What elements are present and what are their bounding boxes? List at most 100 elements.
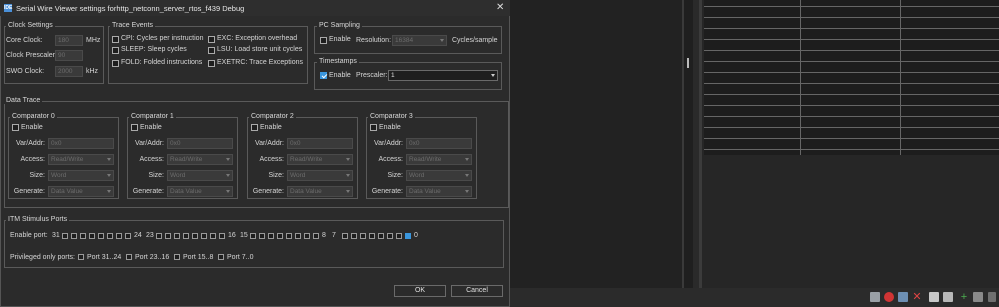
- timestamps-prescaler-dropdown[interactable]: 1: [388, 70, 498, 81]
- port-range-end: 16: [228, 232, 236, 239]
- pc-sampling-enable-checkbox[interactable]: [320, 37, 327, 44]
- port-checkbox[interactable]: [201, 233, 207, 239]
- exc-checkbox[interactable]: [208, 36, 215, 43]
- grid-row-line: [704, 149, 999, 150]
- ide-editor-area: [510, 0, 682, 288]
- generate-dropdown[interactable]: Data Value: [48, 186, 114, 197]
- port-checkbox[interactable]: [165, 233, 171, 239]
- comparator-title: Comparator 3: [368, 113, 415, 120]
- port-checkbox[interactable]: [125, 233, 131, 239]
- port-checkbox[interactable]: [369, 233, 375, 239]
- splitter-handle[interactable]: [687, 58, 689, 68]
- access-dropdown[interactable]: Read/Write: [406, 154, 472, 165]
- tools-icon[interactable]: [870, 292, 880, 302]
- port-checkbox[interactable]: [268, 233, 274, 239]
- port-checkbox[interactable]: [107, 233, 113, 239]
- port-checkbox[interactable]: [192, 233, 198, 239]
- size-dropdown[interactable]: Word: [167, 170, 233, 181]
- var-addr-field[interactable]: 0x0: [48, 138, 114, 149]
- port-checkbox[interactable]: [183, 233, 189, 239]
- port-checkbox[interactable]: [98, 233, 104, 239]
- fold-checkbox[interactable]: [112, 60, 119, 67]
- port-checkbox[interactable]: [360, 233, 366, 239]
- privileged-port-checkbox[interactable]: [78, 254, 84, 260]
- port-checkbox[interactable]: [396, 233, 402, 239]
- cpi-checkbox[interactable]: [112, 36, 119, 43]
- privileged-port-checkbox[interactable]: [126, 254, 132, 260]
- grid-row-line: [704, 127, 999, 128]
- chevron-down-icon: [491, 74, 495, 77]
- ide-splitter[interactable]: [682, 0, 684, 288]
- cancel-button[interactable]: Cancel: [451, 285, 503, 297]
- clipboard-icon[interactable]: [943, 292, 953, 302]
- port-checkbox[interactable]: [277, 233, 283, 239]
- grid-row-line: [704, 50, 999, 51]
- chevron-down-icon: [107, 174, 111, 177]
- export-icon[interactable]: [973, 292, 983, 302]
- privileged-port-checkbox[interactable]: [218, 254, 224, 260]
- core-clock-field[interactable]: 180: [55, 35, 83, 46]
- resolution-dropdown[interactable]: 16384: [392, 35, 447, 46]
- port-checkbox[interactable]: [116, 233, 122, 239]
- var-addr-field[interactable]: 0x0: [406, 138, 472, 149]
- comparator-enable-checkbox[interactable]: [251, 124, 258, 131]
- port-checkbox[interactable]: [286, 233, 292, 239]
- generate-label: Generate:: [132, 188, 164, 195]
- port-checkbox[interactable]: [250, 233, 256, 239]
- comparator-enable-checkbox[interactable]: [12, 124, 19, 131]
- clipboard-icon[interactable]: [929, 292, 939, 302]
- grid-row-line: [704, 83, 999, 84]
- port-checkbox[interactable]: [378, 233, 384, 239]
- var-addr-field[interactable]: 0x0: [287, 138, 353, 149]
- comparator-enable-checkbox[interactable]: [370, 124, 377, 131]
- clock-prescaler-field[interactable]: 90: [55, 50, 83, 61]
- port-checkbox[interactable]: [89, 233, 95, 239]
- grid-row-line: [704, 39, 999, 40]
- port-checkbox[interactable]: [80, 233, 86, 239]
- port-checkbox[interactable]: [219, 233, 225, 239]
- generate-dropdown[interactable]: Data Value: [167, 186, 233, 197]
- comparator-enable-label: Enable: [21, 124, 43, 131]
- port-checkbox[interactable]: [387, 233, 393, 239]
- port-checkbox[interactable]: [351, 233, 357, 239]
- access-value: Read/Write: [409, 156, 442, 163]
- record-icon[interactable]: [884, 292, 894, 302]
- close-icon[interactable]: ✕: [496, 2, 504, 13]
- pc-sampling-title: PC Sampling: [317, 22, 362, 29]
- access-dropdown[interactable]: Read/Write: [167, 154, 233, 165]
- size-dropdown[interactable]: Word: [48, 170, 114, 181]
- access-dropdown[interactable]: Read/Write: [48, 154, 114, 165]
- var-addr-field[interactable]: 0x0: [167, 138, 233, 149]
- port-range-end: 24: [134, 232, 142, 239]
- lsu-checkbox[interactable]: [208, 47, 215, 54]
- port-checkbox[interactable]: [304, 233, 310, 239]
- add-icon[interactable]: +: [959, 292, 969, 303]
- save-icon[interactable]: [898, 292, 908, 302]
- access-dropdown[interactable]: Read/Write: [287, 154, 353, 165]
- sleep-checkbox[interactable]: [112, 47, 119, 54]
- port-checkbox[interactable]: [71, 233, 77, 239]
- port-checkbox[interactable]: [405, 233, 411, 239]
- port-checkbox[interactable]: [174, 233, 180, 239]
- settings-icon[interactable]: [988, 292, 996, 302]
- grid-row-line: [704, 72, 999, 73]
- swo-clock-field[interactable]: 2000: [55, 66, 83, 77]
- port-checkbox[interactable]: [313, 233, 319, 239]
- exetrc-checkbox[interactable]: [208, 60, 215, 67]
- privileged-port-checkbox[interactable]: [174, 254, 180, 260]
- ok-button[interactable]: OK: [394, 285, 446, 297]
- port-checkbox[interactable]: [156, 233, 162, 239]
- exc-label: EXC: Exception overhead: [217, 35, 298, 42]
- timestamps-enable-checkbox[interactable]: [320, 72, 327, 79]
- generate-dropdown[interactable]: Data Value: [406, 186, 472, 197]
- port-checkbox[interactable]: [259, 233, 265, 239]
- port-checkbox[interactable]: [62, 233, 68, 239]
- comparator-enable-checkbox[interactable]: [131, 124, 138, 131]
- size-dropdown[interactable]: Word: [287, 170, 353, 181]
- delete-icon[interactable]: ✕: [912, 292, 922, 303]
- port-checkbox[interactable]: [210, 233, 216, 239]
- generate-dropdown[interactable]: Data Value: [287, 186, 353, 197]
- size-dropdown[interactable]: Word: [406, 170, 472, 181]
- port-checkbox[interactable]: [295, 233, 301, 239]
- port-checkbox[interactable]: [342, 233, 348, 239]
